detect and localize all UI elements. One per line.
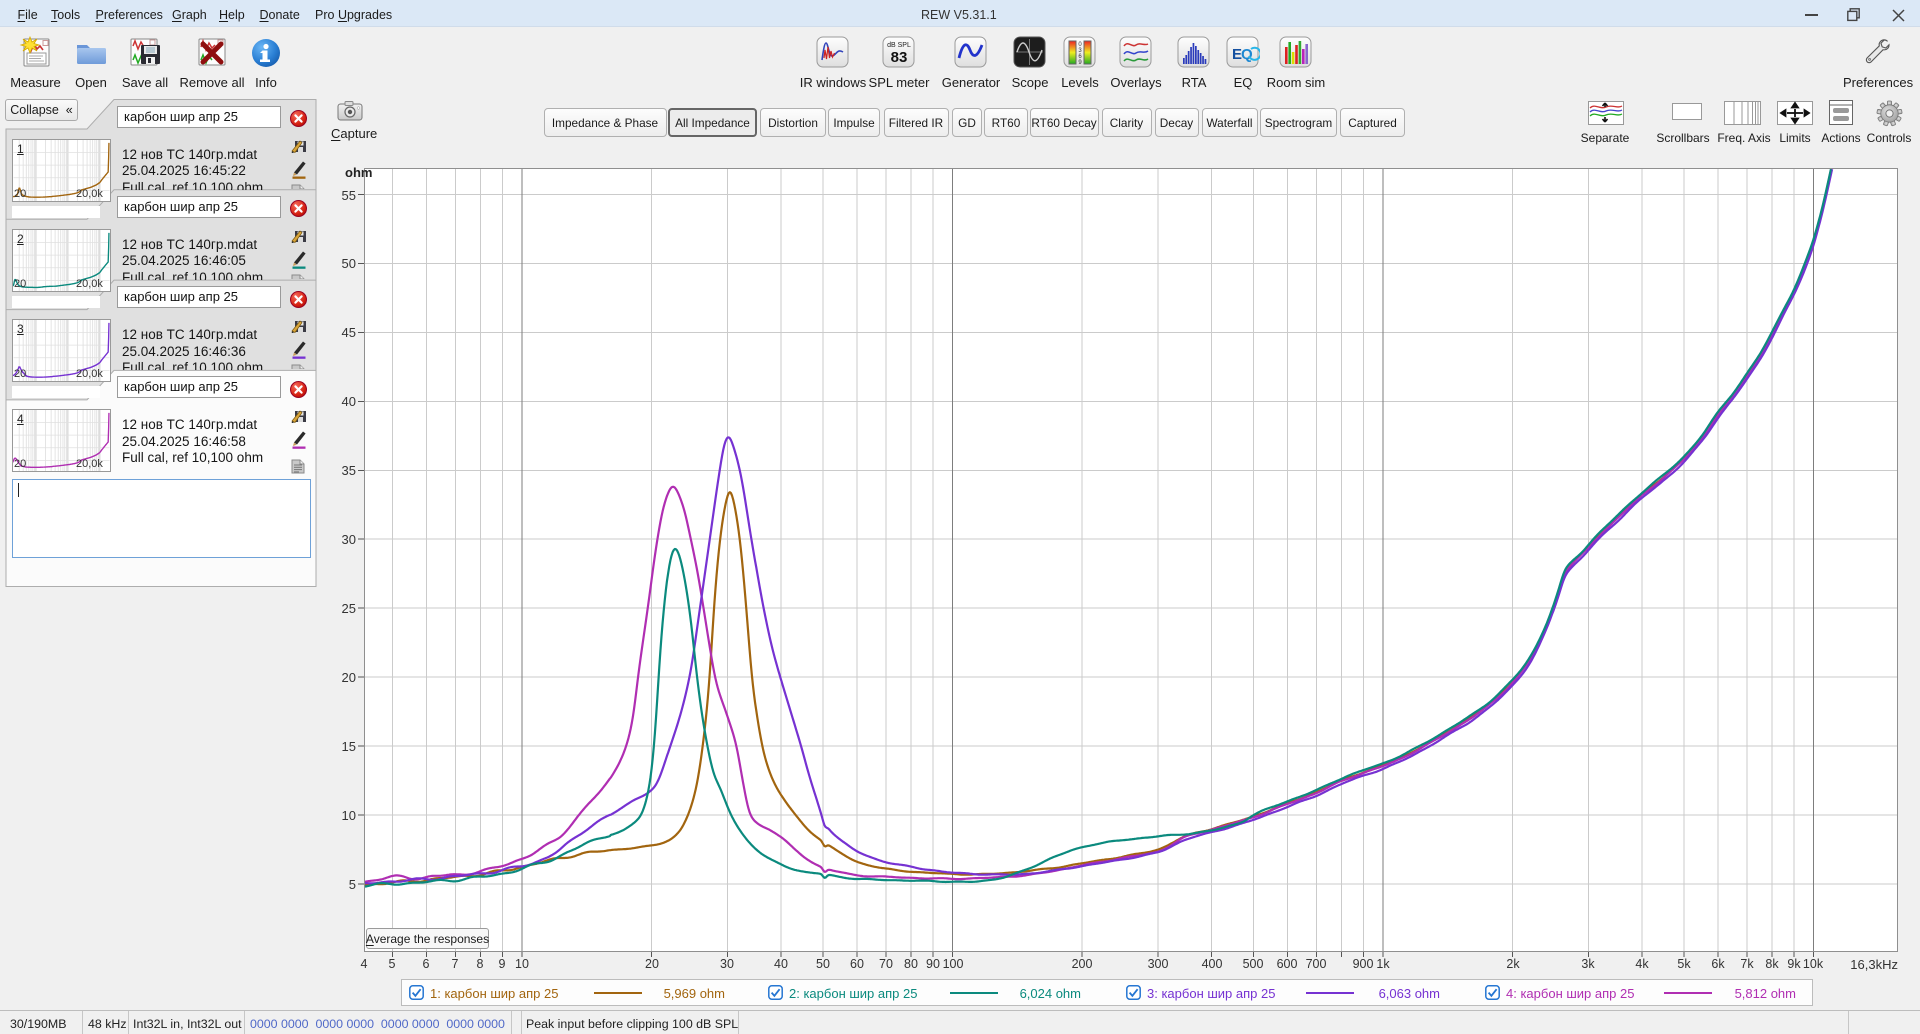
svg-text:dB SPL: dB SPL [887, 42, 911, 49]
svg-text:83: 83 [891, 49, 908, 66]
